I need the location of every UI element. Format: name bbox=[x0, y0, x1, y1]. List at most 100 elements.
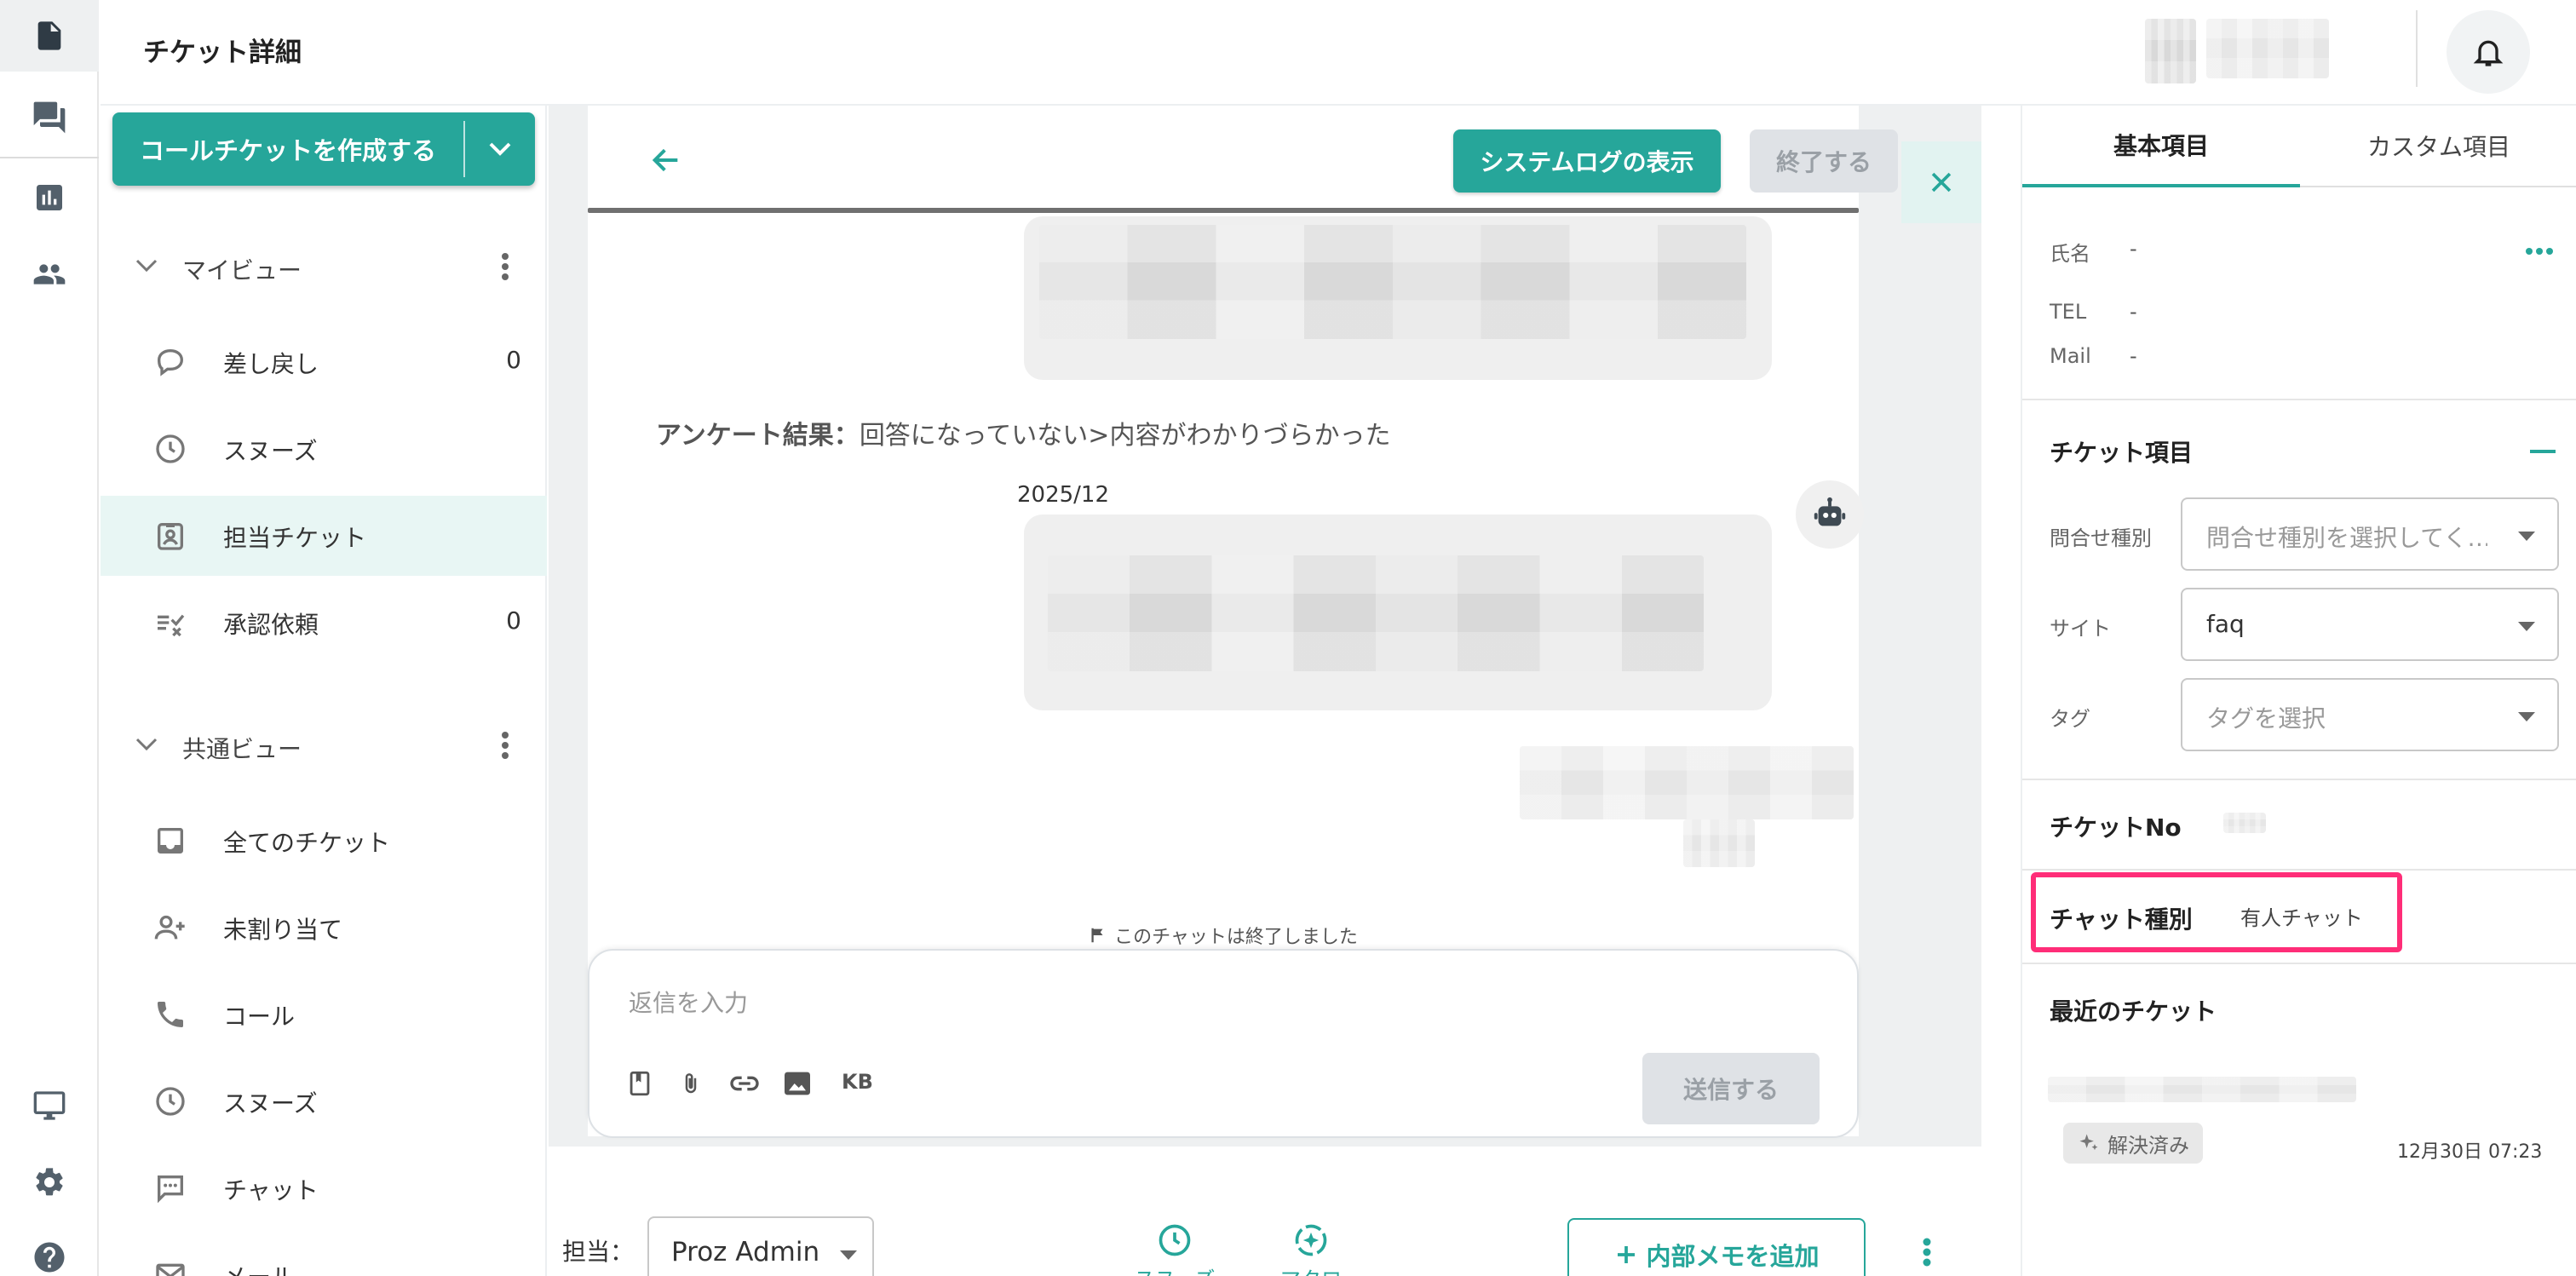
rail-monitor[interactable] bbox=[0, 1070, 99, 1141]
more-vert-icon[interactable] bbox=[1922, 1237, 1932, 1267]
nav-item-call[interactable]: コール bbox=[101, 974, 547, 1055]
nav-item-unassigned[interactable]: 未割り当て bbox=[101, 888, 547, 968]
bot-avatar bbox=[1796, 480, 1864, 549]
create-options-button[interactable] bbox=[465, 112, 535, 186]
survey-result: アンケート結果：回答になっていない>内容がわかりづらかった bbox=[656, 414, 1390, 451]
inquiry-type-label: 問合せ種別 bbox=[2050, 526, 2152, 550]
view-sidebar: コールチケットを作成する マイビュー 差し戻し 0 スヌーズ 担当チケット 承認… bbox=[101, 106, 547, 1276]
collapse-icon[interactable] bbox=[2530, 450, 2556, 453]
ticket-items-title: チケット項目 bbox=[2050, 439, 2194, 467]
survey-text: 回答になっていない>内容がわかりづらかった bbox=[859, 421, 1391, 451]
assignee-label: 担当： bbox=[562, 1238, 635, 1266]
recent-tickets-title: 最近のチケット bbox=[2050, 997, 2217, 1026]
more-vert-icon[interactable] bbox=[501, 731, 509, 760]
nav-item-returned[interactable]: 差し戻し 0 bbox=[101, 322, 547, 402]
tab-custom-fields[interactable]: カスタム項目 bbox=[2300, 106, 2576, 187]
reply-input[interactable]: 返信を入力 bbox=[629, 985, 748, 1019]
nav-item-assigned[interactable]: 担当チケット bbox=[101, 496, 547, 576]
show-system-log-button[interactable]: システムログの表示 bbox=[1453, 129, 1721, 193]
redacted-message bbox=[1048, 555, 1704, 671]
shared-view-header[interactable]: 共通ビュー bbox=[101, 719, 547, 770]
survey-prefix: アンケート結果： bbox=[656, 421, 860, 451]
rail-reports[interactable] bbox=[0, 162, 99, 233]
close-panel-button[interactable] bbox=[1901, 141, 1981, 223]
site-select[interactable]: faq bbox=[2181, 588, 2559, 661]
divider bbox=[2022, 869, 2576, 871]
nav-item-label: 担当チケット bbox=[223, 524, 367, 552]
rail-chats[interactable] bbox=[0, 82, 99, 153]
arrow-back-icon[interactable] bbox=[649, 143, 683, 177]
chat-bubbles-icon bbox=[33, 101, 66, 134]
image-icon[interactable] bbox=[780, 1066, 814, 1101]
end-chat-button[interactable]: 終了する bbox=[1750, 129, 1898, 193]
inquiry-type-select[interactable]: 問合せ種別を選択してく… bbox=[2181, 497, 2559, 571]
assignee-value: Proz Admin bbox=[671, 1237, 820, 1267]
shared-view-title: 共通ビュー bbox=[182, 735, 302, 763]
nav-item-count: 0 bbox=[506, 606, 521, 635]
monitor-icon bbox=[33, 1091, 66, 1120]
nav-item-label: 全てのチケット bbox=[223, 829, 391, 857]
nav-item-all-tickets[interactable]: 全てのチケット bbox=[101, 801, 547, 881]
macro-sparkle-icon bbox=[1295, 1224, 1327, 1256]
create-call-ticket-split-button: コールチケットを作成する bbox=[112, 112, 535, 186]
caret-down-icon bbox=[2518, 622, 2535, 631]
attachment-icon[interactable] bbox=[678, 1066, 704, 1101]
add-internal-memo-button[interactable]: 内部メモを追加 bbox=[1567, 1218, 1866, 1276]
kb-button[interactable]: KB bbox=[842, 1070, 873, 1094]
gear-icon bbox=[36, 1168, 63, 1196]
divider bbox=[2022, 779, 2576, 780]
plus-icon bbox=[1618, 1246, 1636, 1263]
nav-item-shared-snooze[interactable]: スヌーズ bbox=[101, 1061, 547, 1141]
clock-icon bbox=[153, 1084, 187, 1118]
nav-item-label: チャット bbox=[223, 1176, 319, 1204]
tag-select[interactable]: タグを選択 bbox=[2181, 678, 2559, 751]
ticket-action-bar: 担当： Proz Admin スヌーズ マクロ 内部メモを追加 bbox=[549, 1147, 1981, 1276]
document-icon bbox=[37, 21, 61, 50]
rail-settings[interactable] bbox=[0, 1147, 99, 1218]
flag-icon bbox=[1091, 928, 1103, 943]
nav-item-label: 未割り当て bbox=[223, 916, 343, 944]
user-name-redacted[interactable] bbox=[2206, 19, 2329, 78]
nav-item-mail[interactable]: メール bbox=[101, 1235, 547, 1276]
link-icon[interactable] bbox=[727, 1066, 762, 1101]
reply-composer: 返信を入力 KB 送信する bbox=[588, 949, 1859, 1138]
redacted-recent-ticket[interactable] bbox=[2048, 1077, 2356, 1102]
rail-divider bbox=[0, 157, 99, 158]
create-call-ticket-button[interactable]: コールチケットを作成する bbox=[112, 112, 463, 186]
tag-placeholder: タグを選択 bbox=[2206, 704, 2326, 733]
redacted-survey-block bbox=[1520, 746, 1854, 819]
nav-item-label: メール bbox=[223, 1259, 295, 1276]
rail-help[interactable] bbox=[0, 1221, 99, 1276]
person-add-icon bbox=[153, 911, 187, 945]
assignee-select[interactable]: Proz Admin bbox=[647, 1216, 874, 1276]
tel-value: - bbox=[2130, 300, 2137, 324]
caret-down-icon bbox=[2518, 712, 2535, 721]
tab-basic-fields[interactable]: 基本項目 bbox=[2022, 106, 2300, 187]
nav-item-snooze[interactable]: スヌーズ bbox=[101, 409, 547, 489]
caret-down-icon bbox=[840, 1250, 857, 1260]
more-vert-icon[interactable] bbox=[501, 252, 509, 281]
nav-item-approval[interactable]: 承認依頼 0 bbox=[101, 583, 547, 663]
top-header: チケット詳細 bbox=[101, 0, 2576, 106]
snooze-action[interactable]: スヌーズ bbox=[1128, 1221, 1222, 1276]
more-horiz-icon[interactable] bbox=[2525, 247, 2554, 256]
macro-action[interactable]: マクロ bbox=[1264, 1221, 1358, 1276]
user-avatar[interactable] bbox=[2145, 19, 2196, 83]
redacted-timestamp bbox=[1683, 819, 1755, 867]
status-label: 解決済み bbox=[2107, 1133, 2189, 1158]
nav-item-label: コール bbox=[223, 1003, 296, 1031]
divider bbox=[2022, 963, 2576, 964]
rail-tickets[interactable] bbox=[0, 0, 99, 72]
chat-type-label: チャット種別 bbox=[2050, 905, 2193, 934]
ticket-conversation: システムログの表示 終了する アンケート結果：回答になっていない>内容がわかりづ… bbox=[549, 106, 1981, 1276]
chevron-down-icon bbox=[489, 142, 511, 156]
send-button[interactable]: 送信する bbox=[1642, 1053, 1820, 1124]
book-icon[interactable] bbox=[625, 1066, 654, 1101]
mail-icon bbox=[153, 1258, 187, 1276]
rail-users[interactable] bbox=[0, 239, 99, 310]
nav-item-chat[interactable]: チャット bbox=[101, 1148, 547, 1228]
message-bubble bbox=[1024, 216, 1772, 380]
my-view-header[interactable]: マイビュー bbox=[101, 240, 547, 291]
notifications-button[interactable] bbox=[2447, 10, 2530, 94]
nav-item-label: スヌーズ bbox=[223, 437, 318, 465]
